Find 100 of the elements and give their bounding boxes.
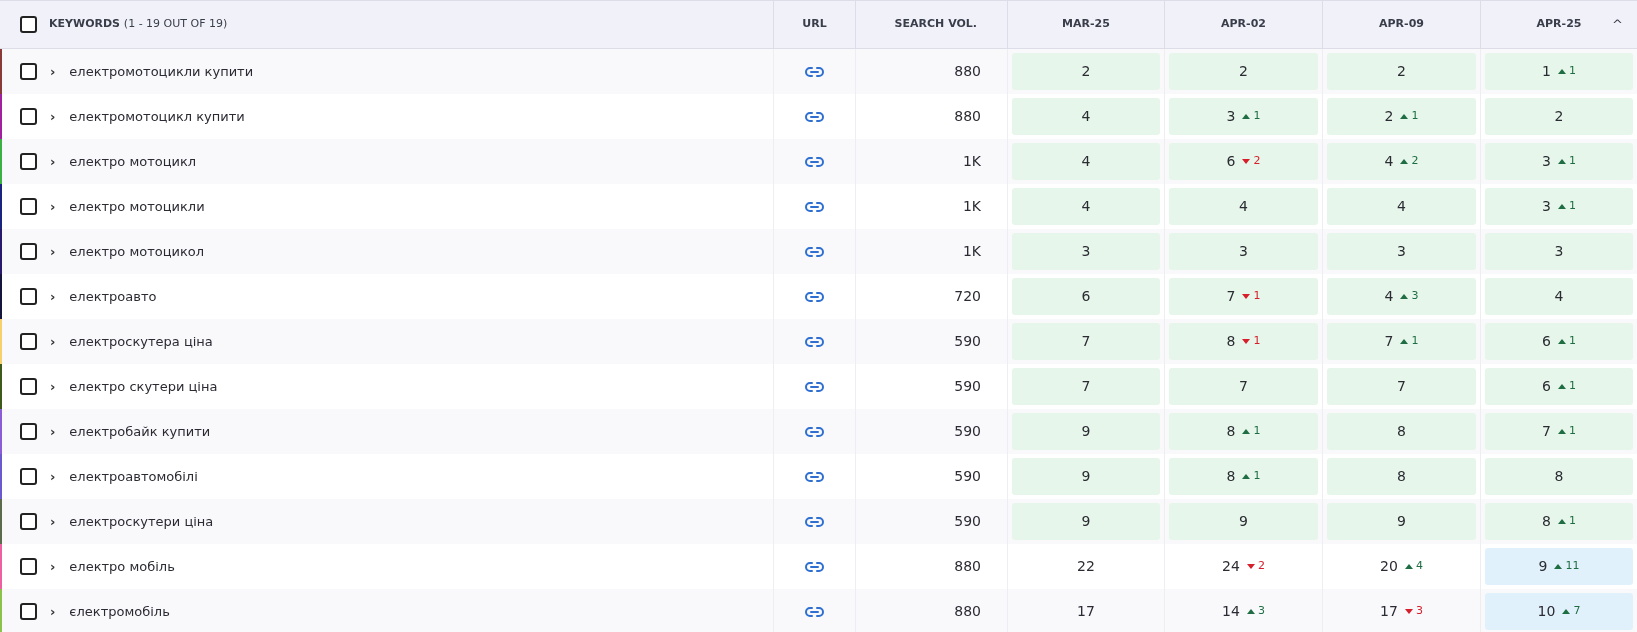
expand-icon[interactable]: › (50, 151, 56, 172)
keyword-text: електро скутери ціна (69, 377, 218, 396)
keyword-text: електро мотоцикл (69, 152, 197, 171)
checkbox[interactable] (20, 468, 37, 485)
rank-change: 4 (1415, 558, 1423, 575)
position-cell: 4 (1169, 188, 1318, 225)
checkbox[interactable] (20, 558, 37, 575)
checkbox[interactable] (20, 63, 37, 80)
search-volume: 1K (962, 152, 981, 171)
position-cell: 7 1 (1485, 413, 1633, 450)
rank-change: 3 (1411, 288, 1419, 305)
keyword-text: електроскутери ціна (69, 512, 214, 531)
position-cell: 2 (1485, 98, 1633, 135)
position-cell-text: 24 2 (1221, 557, 1266, 577)
checkbox[interactable] (20, 198, 37, 215)
search-volume: 880 (954, 107, 981, 126)
search-volume: 720 (954, 287, 981, 306)
search-volume-header[interactable]: SEARCH VOL. (894, 16, 977, 33)
rank-change: 2 (1257, 558, 1265, 575)
link-icon[interactable] (805, 111, 824, 122)
position-cell: 2 1 (1327, 98, 1476, 135)
expand-icon[interactable]: › (50, 106, 56, 127)
rank-change: 3 (1257, 603, 1265, 620)
search-volume: 590 (954, 467, 981, 486)
position-cell: 7 1 (1169, 278, 1318, 315)
checkbox[interactable] (20, 108, 37, 125)
link-icon[interactable] (805, 66, 824, 77)
position-cell: 3 (1012, 233, 1160, 270)
position-cell: 3 (1169, 233, 1318, 270)
expand-icon[interactable]: › (50, 466, 56, 487)
expand-icon[interactable]: › (50, 556, 56, 577)
checkbox[interactable] (20, 513, 37, 530)
keyword-text: електромотоцикли купити (69, 62, 254, 81)
link-icon[interactable] (805, 291, 824, 302)
rank-change: 7 (1573, 603, 1581, 620)
rank-change: 1 (1568, 63, 1576, 80)
checkbox[interactable] (20, 603, 37, 620)
link-icon[interactable] (805, 471, 824, 482)
expand-icon[interactable]: › (50, 331, 56, 352)
link-icon[interactable] (805, 246, 824, 257)
expand-icon[interactable]: › (50, 511, 56, 532)
rank-change: 1 (1568, 378, 1576, 395)
position-cell: 4 (1012, 188, 1160, 225)
link-icon[interactable] (805, 426, 824, 437)
expand-icon[interactable]: › (50, 286, 56, 307)
position-cell: 7 1 (1327, 323, 1476, 360)
position-cell-text: 20 4 (1379, 557, 1424, 577)
position-cell-text: 17 3 (1379, 602, 1424, 622)
expand-icon[interactable]: › (50, 196, 56, 217)
link-icon[interactable] (805, 561, 824, 572)
checkbox[interactable] (20, 288, 37, 305)
position-cell: 3 1 (1169, 98, 1318, 135)
keyword-text: електробайк купити (69, 422, 211, 441)
position-cell: 1 1 (1485, 53, 1633, 90)
link-icon[interactable] (805, 606, 824, 617)
position-cell: 8 (1485, 458, 1633, 495)
link-icon[interactable] (805, 156, 824, 167)
date-header[interactable]: APR-09 (1379, 16, 1424, 33)
checkbox[interactable] (20, 243, 37, 260)
rank-change: 1 (1568, 198, 1576, 215)
checkbox[interactable] (20, 153, 37, 170)
checkbox[interactable] (20, 378, 37, 395)
expand-icon[interactable]: › (50, 241, 56, 262)
position-cell: 8 (1327, 413, 1476, 450)
position-cell: 9 (1012, 503, 1160, 540)
keywords-header: KEYWORDS (1 - 19 OUT OF 19) (49, 16, 228, 33)
rank-change: 2 (1253, 153, 1261, 170)
position-cell: 4 (1012, 143, 1160, 180)
position-cell: 8 1 (1169, 323, 1318, 360)
rank-change: 11 (1565, 558, 1580, 575)
checkbox[interactable] (20, 16, 37, 33)
date-header[interactable]: APR-02 (1221, 16, 1266, 33)
date-header[interactable]: APR-25 (1536, 16, 1582, 33)
position-cell: 6 1 (1485, 368, 1633, 405)
search-volume: 590 (954, 377, 981, 396)
checkbox[interactable] (20, 423, 37, 440)
search-volume: 590 (954, 332, 981, 351)
sort-icon[interactable]: ^ (1612, 15, 1623, 35)
rank-change: 2 (1411, 153, 1419, 170)
expand-icon[interactable]: › (50, 376, 56, 397)
expand-icon[interactable]: › (50, 421, 56, 442)
expand-icon[interactable]: › (50, 61, 56, 82)
position-cell: 4 (1327, 188, 1476, 225)
link-icon[interactable] (805, 201, 824, 212)
search-volume: 590 (954, 512, 981, 531)
position-cell: 8 (1327, 458, 1476, 495)
position-cell: 3 (1485, 233, 1633, 270)
expand-icon[interactable]: › (50, 601, 56, 622)
position-cell: 8 1 (1169, 458, 1318, 495)
checkbox[interactable] (20, 333, 37, 350)
position-cell: 8 1 (1485, 503, 1633, 540)
position-cell: 3 (1327, 233, 1476, 270)
link-icon[interactable] (805, 381, 824, 392)
position-cell: 7 (1169, 368, 1318, 405)
date-header[interactable]: MAR-25 (1062, 16, 1110, 33)
position-cell: 4 (1012, 98, 1160, 135)
position-cell: 9 (1012, 458, 1160, 495)
link-icon[interactable] (805, 336, 824, 347)
link-icon[interactable] (805, 516, 824, 527)
search-volume: 1K (962, 197, 981, 216)
